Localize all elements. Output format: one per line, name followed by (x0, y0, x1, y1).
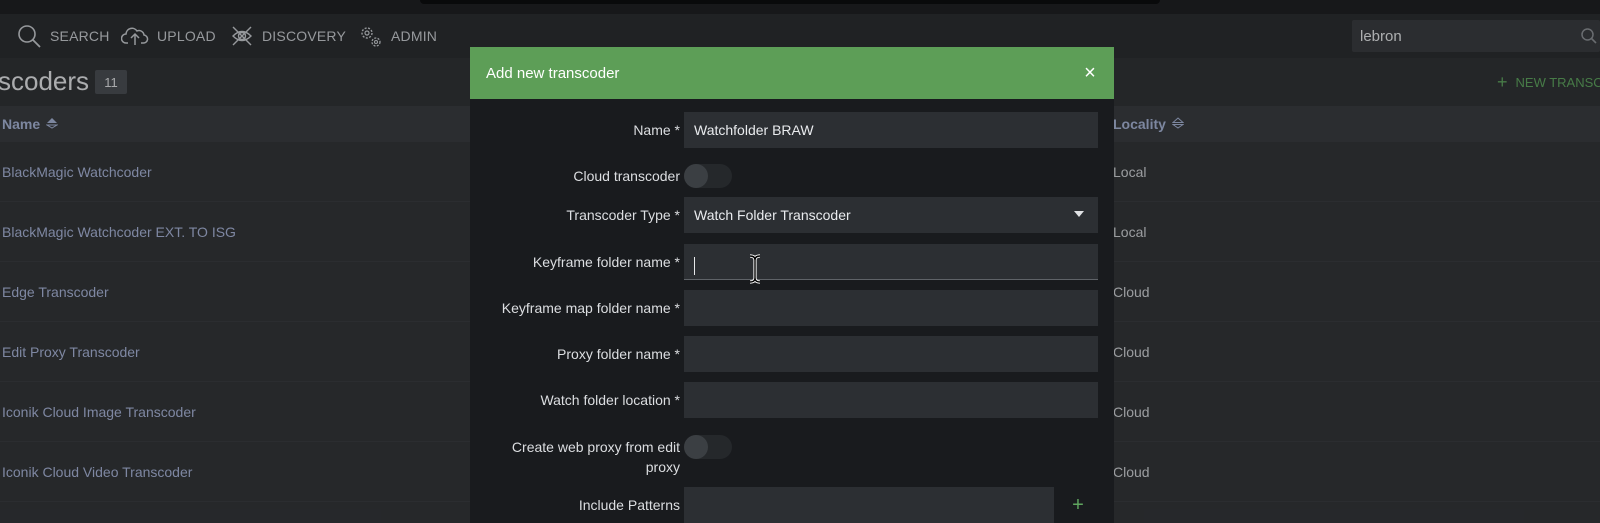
watch-folder-location-field[interactable] (684, 382, 1098, 418)
web-proxy-label-line1: Create web proxy from edit (511, 439, 680, 455)
toggle-knob (684, 435, 708, 459)
add-transcoder-dialog: Add new transcoder × Name * Cloud transc… (470, 47, 1114, 523)
keyframe-map-folder-label: Keyframe map folder name * (501, 300, 680, 316)
cloud-transcoder-label: Cloud transcoder (573, 168, 680, 184)
add-pattern-plus-icon[interactable]: + (1068, 494, 1088, 516)
dialog-header: Add new transcoder × (470, 47, 1114, 99)
transcoder-type-value: Watch Folder Transcoder (694, 207, 851, 223)
include-patterns-label: Include Patterns (578, 497, 680, 513)
keyframe-map-folder-field[interactable] (684, 290, 1098, 326)
web-proxy-label-line2: proxy (645, 459, 680, 475)
ibeam-cursor-icon (748, 254, 762, 289)
close-icon[interactable]: × (1078, 61, 1102, 85)
web-proxy-toggle[interactable] (684, 435, 732, 459)
keyframe-folder-field[interactable] (684, 244, 1098, 280)
cloud-transcoder-toggle[interactable] (684, 164, 732, 188)
include-patterns-field[interactable] (684, 487, 1054, 523)
name-label: Name * (633, 122, 680, 138)
proxy-folder-label: Proxy folder name * (557, 346, 680, 362)
toggle-knob (684, 164, 708, 188)
transcoder-type-label: Transcoder Type * (566, 207, 680, 223)
watch-folder-location-label: Watch folder location * (540, 392, 680, 408)
name-field[interactable] (684, 112, 1098, 148)
transcoder-type-select[interactable]: Watch Folder Transcoder (684, 197, 1098, 233)
keyframe-folder-label: Keyframe folder name * (532, 254, 680, 270)
text-caret (694, 257, 695, 275)
dialog-title: Add new transcoder (486, 64, 620, 82)
chevron-down-icon (1074, 211, 1084, 217)
proxy-folder-field[interactable] (684, 336, 1098, 372)
